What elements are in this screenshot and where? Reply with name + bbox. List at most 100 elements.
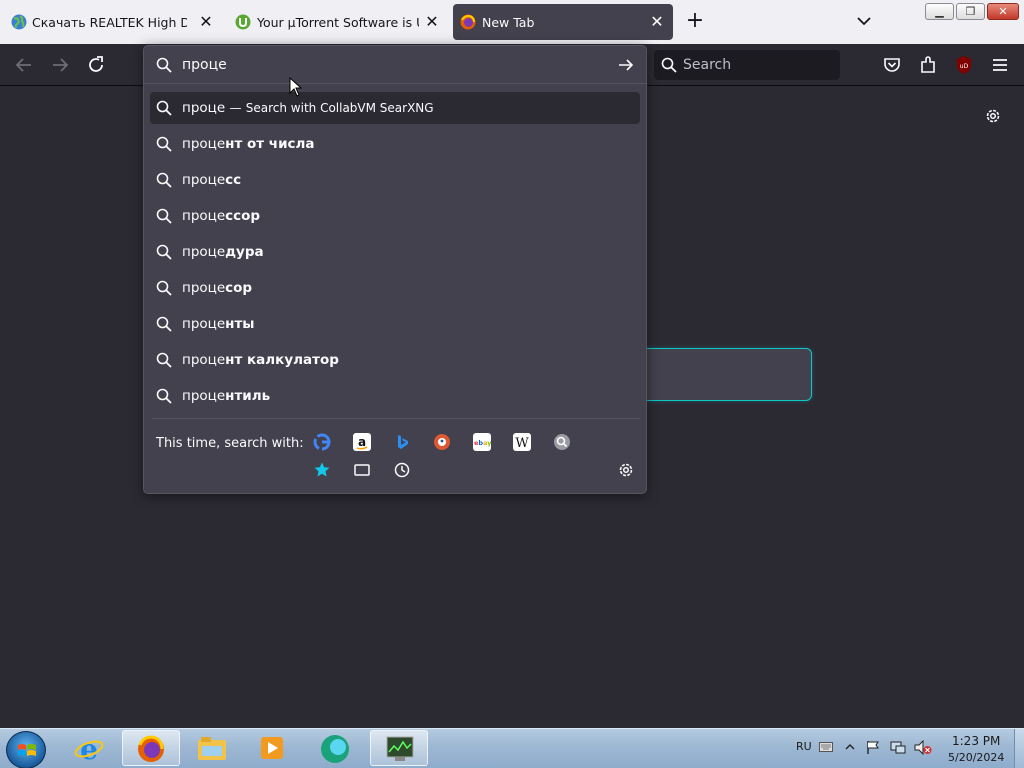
utorrent-icon [235,14,251,30]
suggestion-text: процесор [182,280,252,296]
suggestion-row[interactable]: процент калкулатор [150,344,640,376]
taskbar-explorer[interactable] [184,730,242,766]
search-icon [156,316,172,332]
tabs-icon[interactable] [353,461,371,479]
searxng-icon[interactable] [553,433,571,451]
duckduckgo-icon[interactable] [433,433,451,451]
heuristic-result[interactable]: проце — Search with CollabVM SearXNG [150,92,640,124]
extensions-icon[interactable] [917,54,939,76]
minimize-button[interactable]: ▁ [925,3,954,20]
clock-time[interactable]: 1:23 PM [952,734,1000,748]
gear-icon[interactable] [984,107,1002,125]
keyboard-icon[interactable] [819,742,833,752]
search-icon [156,100,172,116]
tab-title: New Tab [482,15,535,30]
search-icon [156,208,172,224]
suggestion-typed: проце [182,172,226,188]
tab-title: Your µTorrent Software is Up to [257,15,419,30]
search-icon [156,172,172,188]
search-bar[interactable]: Search [654,50,840,80]
svg-text:W: W [515,436,529,451]
clock-date[interactable]: 5/20/2024 [948,751,1004,764]
suggestion-row[interactable]: процедура [150,236,640,268]
suggestion-row[interactable]: проценты [150,308,640,340]
restore-icon: ❐ [965,5,976,18]
ie-icon: e [74,734,104,764]
amazon-icon[interactable]: a [353,433,371,451]
suggestion-row[interactable]: процентиль [150,380,640,412]
suggestion-typed: проце [182,388,226,404]
taskbar-media-player[interactable] [244,730,302,766]
suggestion-typed: проце [182,352,226,368]
volume-muted-icon[interactable] [914,740,932,755]
go-arrow-icon[interactable] [618,57,634,73]
suggestion-row[interactable]: процесор [150,272,640,304]
firefox-icon [460,14,476,30]
reload-icon[interactable] [85,54,107,76]
suggestion-row[interactable]: процент от числа [150,128,640,160]
suggestion-completion: нт калкулатор [225,352,339,368]
history-icon[interactable] [393,461,411,479]
taskbar-ie[interactable]: e [60,730,118,766]
address-input[interactable]: проце [182,57,227,73]
search-icon [156,352,172,368]
bing-icon[interactable] [393,433,411,451]
ublock-origin-icon[interactable]: uD [953,54,975,76]
action-center-flag-icon[interactable] [866,740,880,755]
tab-strip: Скачать REALTEK High Definiti ✕ Your µTo… [0,0,1024,44]
address-bar[interactable]: проце [144,46,646,84]
close-tab-icon[interactable]: ✕ [424,14,440,30]
taskbar-task-manager[interactable] [370,730,428,766]
ebay-icon[interactable]: ebay [473,433,491,451]
taskbar-firefox[interactable] [122,730,180,766]
start-button[interactable] [6,731,46,768]
restore-button[interactable]: ❐ [956,3,985,20]
close-tab-icon[interactable]: ✕ [198,14,214,30]
search-icon [661,57,677,73]
taskbar-browser-app[interactable] [306,730,364,766]
show-desktop-button[interactable] [1014,729,1024,768]
suggestion-completion: нты [225,316,255,332]
tab-new-tab[interactable]: New Tab ✕ [453,4,673,40]
one-off-label: This time, search with: [156,436,304,451]
tray-expand-icon[interactable] [845,743,855,751]
forward-icon[interactable] [49,54,71,76]
heuristic-action: Search with CollabVM SearXNG [245,101,434,115]
language-indicator[interactable]: RU [796,740,812,753]
search-placeholder: Search [683,57,732,73]
gear-icon[interactable] [617,461,635,479]
suggestion-text: процедура [182,244,264,260]
suggestion-completion: дура [225,244,264,260]
suggestion-completion: сор [225,280,253,296]
suggestion-typed: проце [182,280,226,296]
new-tab-button[interactable]: + [684,10,706,32]
close-window-button[interactable]: ✕ [987,3,1019,20]
minimize-icon: ▁ [935,5,944,18]
svg-text:a: a [358,435,366,449]
browser-app-icon [321,735,349,763]
suggestion-typed: проце [182,136,226,152]
page-search-box[interactable] [640,348,812,401]
bookmarks-icon[interactable] [313,461,331,479]
close-tab-icon[interactable]: ✕ [649,14,665,30]
suggestion-row[interactable]: процессор [150,200,640,232]
svg-text:e: e [80,734,98,764]
mouse-cursor-icon [289,77,302,97]
tab-realtek[interactable]: Скачать REALTEK High Definiti ✕ [2,4,220,40]
menu-icon[interactable] [989,54,1011,76]
chevron-down-icon[interactable] [855,14,873,28]
network-icon[interactable] [890,740,906,755]
pocket-icon[interactable] [881,54,903,76]
task-manager-icon [386,736,414,761]
suggestion-text: процессор [182,208,260,224]
search-icon [156,280,172,296]
address-bar-dropdown: проце проце — Search with CollabVM SearX… [143,45,647,494]
wikipedia-icon[interactable]: W [513,433,531,451]
heuristic-query: проце [182,100,226,116]
back-icon[interactable] [13,54,35,76]
suggestion-row[interactable]: процесс [150,164,640,196]
suggestion-text: процентиль [182,388,270,404]
tab-utorrent[interactable]: Your µTorrent Software is Up to ✕ [226,4,446,40]
google-icon[interactable] [313,433,331,451]
search-icon [156,388,172,404]
